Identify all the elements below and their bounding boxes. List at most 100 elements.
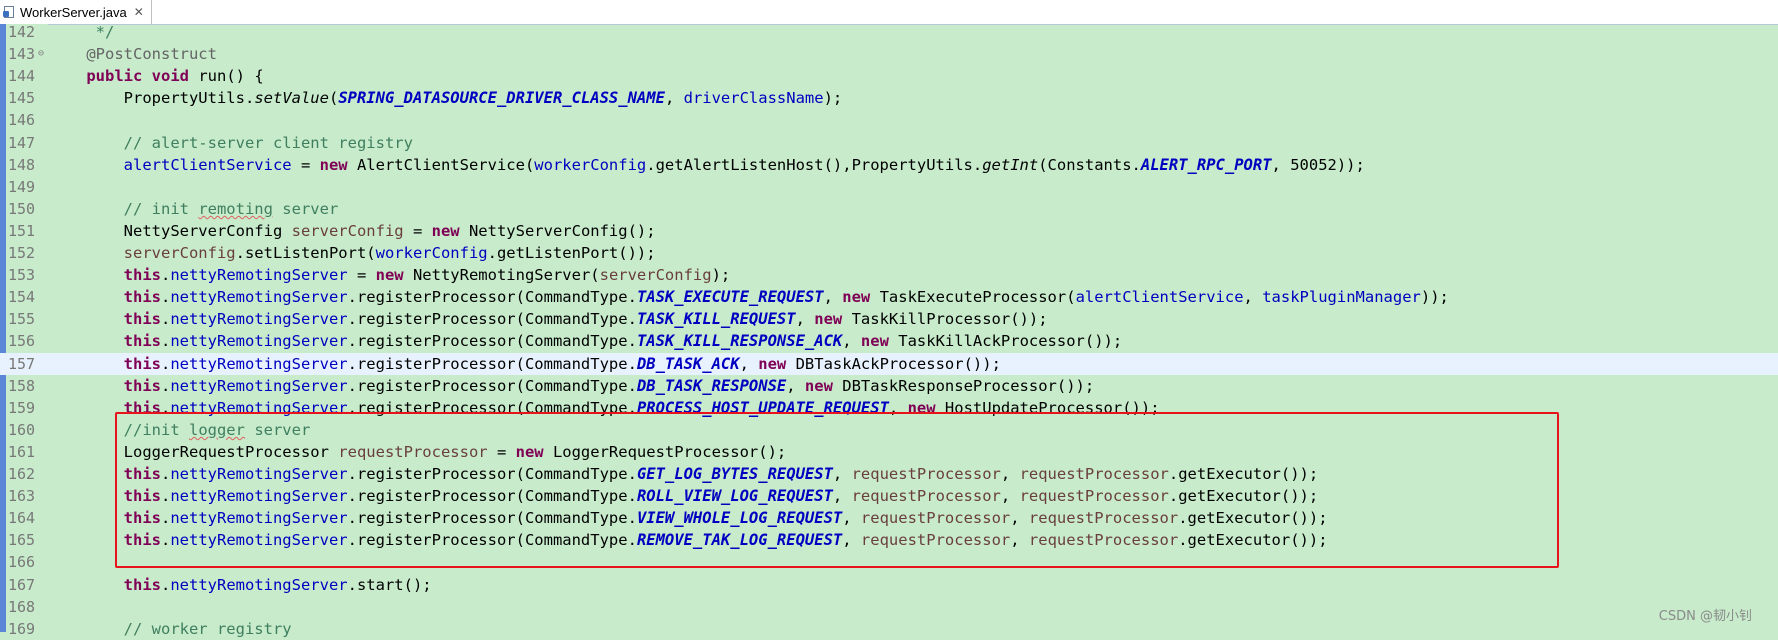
code-line[interactable]: 149 xyxy=(0,176,1778,198)
code-line[interactable]: 150 // init remoting server xyxy=(0,198,1778,220)
code-token: taskPluginManager xyxy=(1262,288,1421,307)
code-token: this xyxy=(123,266,161,285)
code-token: // init xyxy=(123,199,199,218)
code-token: TASK_EXECUTE_REQUEST xyxy=(636,288,824,307)
code-line[interactable]: 146 xyxy=(0,109,1778,131)
line-number: 145 xyxy=(8,89,36,108)
code-token: driverClassName xyxy=(683,89,824,108)
line-number: 154 xyxy=(8,288,36,307)
code-token: run() { xyxy=(189,67,264,86)
code-token: . xyxy=(160,266,171,285)
code-line[interactable]: 152 serverConfig.setListenPort(workerCon… xyxy=(0,242,1778,264)
code-token: , xyxy=(823,288,843,307)
code-token: .registerProcessor(CommandType. xyxy=(347,288,637,307)
code-line[interactable]: 148 alertClientService = new AlertClient… xyxy=(0,154,1778,176)
code-text: this.nettyRemotingServer.registerProcess… xyxy=(49,286,1449,308)
code-token: new xyxy=(758,354,787,373)
code-token: ); xyxy=(711,266,731,285)
code-token: new xyxy=(431,221,460,240)
code-token: nettyRemotingServer xyxy=(170,575,348,594)
code-token: , xyxy=(1243,288,1263,307)
code-token: serverConfig xyxy=(123,244,236,262)
code-token: PropertyUtils. xyxy=(49,89,255,108)
code-token: nettyRemotingServer xyxy=(170,332,348,351)
code-line[interactable]: 142 */ xyxy=(0,21,1778,43)
code-token: = xyxy=(291,155,320,174)
line-number: 167 xyxy=(8,575,36,594)
code-line[interactable]: 168 xyxy=(0,596,1778,618)
code-token: )); xyxy=(1420,288,1449,307)
code-line[interactable]: 154 this.nettyRemotingServer.registerPro… xyxy=(0,286,1778,308)
code-token: new xyxy=(804,376,833,395)
line-number: 152 xyxy=(8,244,36,262)
code-token: DB_TASK_ACK xyxy=(636,354,740,373)
code-line[interactable]: 157 this.nettyRemotingServer.registerPro… xyxy=(0,352,1778,375)
watermark: CSDN @韧小钊 xyxy=(1658,609,1752,624)
code-token: NettyServerConfig(); xyxy=(459,221,656,240)
code-token: void xyxy=(151,67,189,86)
tab-label: WorkerServer.java xyxy=(20,4,127,20)
code-text: */ xyxy=(49,21,115,43)
code-line[interactable]: 151 NettyServerConfig serverConfig = new… xyxy=(0,220,1778,242)
line-number: 155 xyxy=(8,310,36,329)
code-token: DB_TASK_RESPONSE xyxy=(636,376,787,395)
code-token: // worker registry xyxy=(123,619,292,638)
code-token: . xyxy=(160,332,171,351)
code-text: this.nettyRemotingServer.registerProcess… xyxy=(49,353,1001,375)
code-token: SPRING_DATASOURCE_DRIVER_CLASS_NAME xyxy=(338,89,665,108)
code-line[interactable]: 144 public void run() { xyxy=(0,65,1778,87)
code-token: nettyRemotingServer xyxy=(170,288,348,307)
code-token: ); xyxy=(823,89,843,108)
code-line[interactable]: 143 ⊖ @PostConstruct xyxy=(0,43,1778,65)
line-number: 169 xyxy=(8,619,36,638)
code-text: // init remoting server xyxy=(49,198,339,220)
code-line[interactable]: 158 this.nettyRemotingServer.registerPro… xyxy=(0,375,1778,397)
line-number: 162 xyxy=(8,465,36,483)
code-token: , xyxy=(842,332,861,351)
code-line[interactable]: 167 this.nettyRemotingServer.start(); xyxy=(0,574,1778,596)
line-number: 156 xyxy=(8,332,36,351)
code-token: = xyxy=(347,266,376,285)
code-token: new xyxy=(319,155,348,174)
line-number: 158 xyxy=(8,376,36,395)
code-token: DBTaskAckProcessor()); xyxy=(786,354,1001,373)
code-text: // worker registry xyxy=(49,618,292,640)
code-text: PropertyUtils.setValue(SPRING_DATASOURCE… xyxy=(49,87,843,109)
code-line[interactable]: 147 // alert-server client registry xyxy=(0,132,1778,154)
line-number: 150 xyxy=(8,199,36,218)
line-number: 164 xyxy=(8,509,36,528)
close-icon[interactable]: ✕ xyxy=(134,5,144,19)
java-file-icon xyxy=(3,5,16,19)
line-number: 166 xyxy=(8,553,36,572)
code-token: nettyRemotingServer xyxy=(170,354,348,373)
code-token: .setListenPort( xyxy=(235,244,376,262)
code-token: new xyxy=(842,288,871,307)
code-line[interactable]: 156 this.nettyRemotingServer.registerPro… xyxy=(0,330,1778,352)
code-token: = xyxy=(403,221,432,240)
code-token: , xyxy=(664,89,684,108)
line-number: 146 xyxy=(8,111,36,130)
line-number: 157 xyxy=(8,354,36,373)
code-token: .registerProcessor(CommandType. xyxy=(347,354,637,373)
line-number: 161 xyxy=(8,442,36,461)
code-token: this xyxy=(123,332,161,351)
code-token: public xyxy=(86,67,143,86)
code-token: NettyRemotingServer( xyxy=(403,266,600,285)
code-line[interactable]: 169 // worker registry xyxy=(0,618,1778,640)
code-token: new xyxy=(814,310,843,329)
code-line[interactable]: 155 this.nettyRemotingServer.registerPro… xyxy=(0,308,1778,330)
fold-toggle-icon[interactable]: ⊖ xyxy=(38,43,46,65)
code-line[interactable]: 145 PropertyUtils.setValue(SPRING_DATASO… xyxy=(0,87,1778,109)
code-line[interactable]: 153 this.nettyRemotingServer = new Netty… xyxy=(0,264,1778,286)
